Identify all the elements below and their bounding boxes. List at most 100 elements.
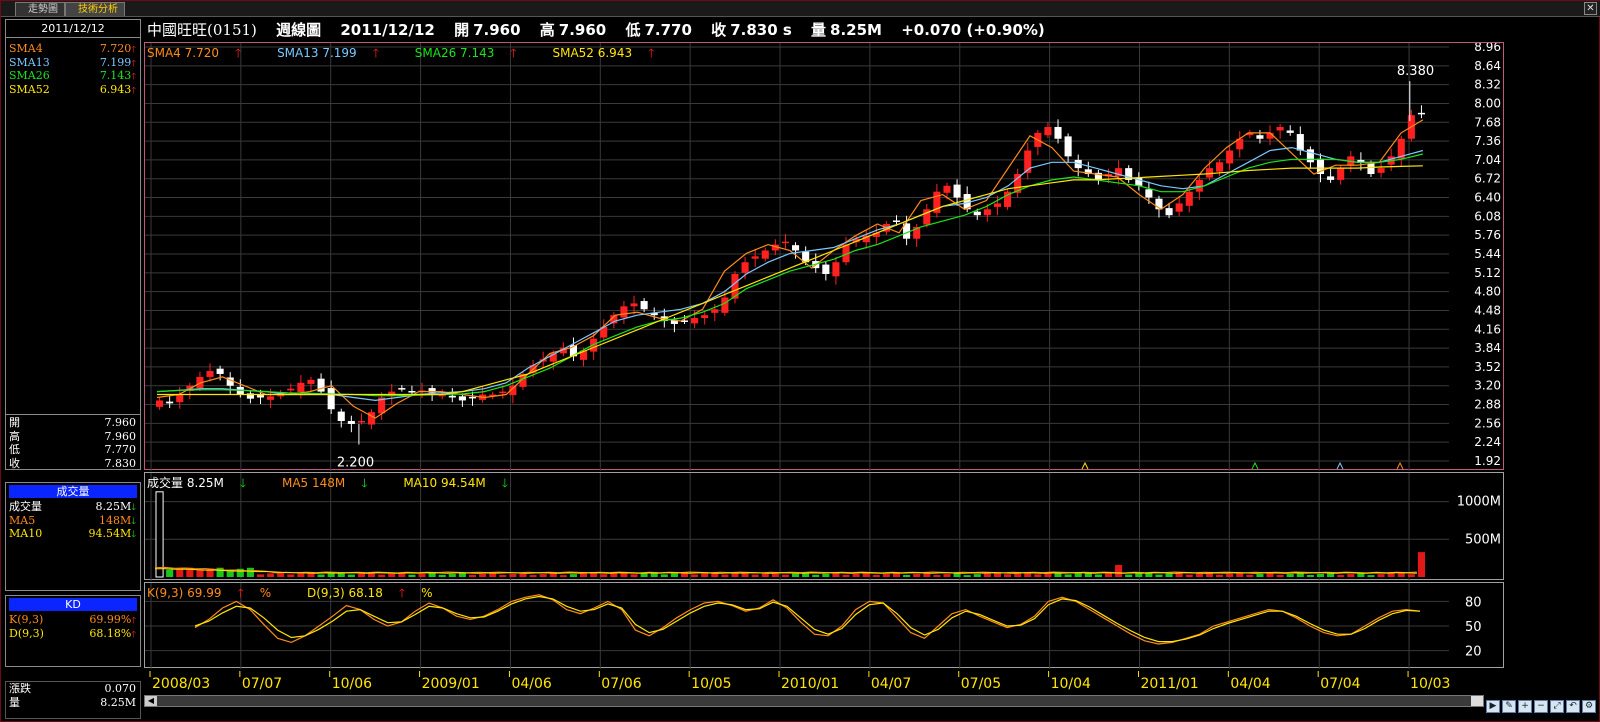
volume-bar [1387, 573, 1395, 577]
close-row: 收 7.830 [6, 457, 140, 471]
d-row: D(9,3) 68.18%🡑 [6, 627, 140, 641]
volume-bar [1286, 573, 1294, 577]
x-tick-label: 2011/01 [1140, 676, 1198, 692]
candle-body [630, 303, 638, 307]
volume-bar [559, 575, 567, 577]
volume-bar [852, 573, 860, 577]
volume-bar [822, 573, 830, 577]
price-legend: SMA4 7.720 🡑 SMA13 7.199 🡑 SMA26 7.143 🡑 SM… [147, 44, 686, 65]
draw-tool-icon[interactable]: ✎ [1502, 700, 1516, 713]
zoom-in-icon[interactable]: + [1518, 700, 1532, 713]
volume-bar [347, 574, 355, 577]
price-chart-panel[interactable]: 8.96 8.64 8.32 8.00 7.68 7.36 7.04 6.72 6.40 6.08… [144, 40, 1505, 471]
sma-values: SMA4 7.720🡑 SMA13 7.199🡑 SMA26 7.143🡑 SM… [6, 38, 140, 96]
volume-bar [1094, 574, 1102, 577]
y-tick-label: 6.72 [1474, 172, 1501, 186]
volume-bar [953, 573, 961, 577]
y-tick-label: 7.68 [1474, 115, 1501, 129]
sma26-value: 7.143 [99, 69, 132, 82]
volume-bar [1034, 574, 1042, 577]
y-tick-label: 8.64 [1474, 59, 1501, 73]
volume-bar [1246, 574, 1254, 577]
volume-bar [1044, 573, 1052, 577]
candle-body [1276, 126, 1284, 131]
volume-bar [1155, 574, 1163, 577]
volume-bar [1115, 564, 1123, 577]
y-tick-label: 6.40 [1474, 191, 1501, 205]
candle-body [741, 262, 749, 273]
low-annotation: 2.200 [337, 456, 374, 471]
candle-body [256, 395, 265, 398]
volume-bar [903, 574, 911, 577]
sma13-label: SMA13 [9, 55, 50, 69]
candle-body [398, 388, 406, 390]
kd-info-panel: KD K(9,3) 69.99%🡑 D(9,3) 68.18%🡑 [5, 595, 141, 667]
volume-bar [1357, 573, 1365, 577]
candle-body [1226, 150, 1234, 164]
tab-strip: 走勢圖 技術分析 ✕ [1, 1, 1600, 17]
y-tick-label: 80 [1465, 595, 1482, 610]
vol-value: 8.25M [100, 695, 136, 709]
y-tick-label: 6.08 [1474, 209, 1501, 223]
volume-bar [499, 574, 507, 577]
legend-sma13: SMA13 7.199 [277, 46, 357, 60]
up-arrow-icon: 🡑 [234, 46, 242, 60]
period-label: 週線圖 [276, 21, 322, 39]
volume-bar [327, 573, 335, 577]
y-tick-label: 7.04 [1474, 153, 1501, 167]
chart-scrollbar[interactable]: ◀ [144, 695, 1484, 707]
volume-chart-panel[interactable]: 1000M 500M 成交量 8.25M 🡓 MA5 148M 🡓 MA10 94.5… [144, 472, 1504, 581]
summary-panel: 漲跌 0.070 量 8.25M [5, 681, 141, 719]
volume-bar [1276, 574, 1284, 577]
candle-body [691, 318, 699, 324]
down-arrow-icon: 🡓 [131, 530, 136, 540]
undo-icon[interactable]: ↶ [1566, 700, 1580, 713]
volume-bar [691, 574, 699, 577]
down-arrow-icon: 🡓 [239, 476, 247, 490]
d-value: 68.18% [89, 626, 132, 640]
volume-bar [660, 574, 668, 577]
fit-icon[interactable]: ⤢ [1550, 700, 1564, 713]
open-title-value: 7.960 [473, 21, 521, 39]
sma52-value: 6.943 [99, 82, 132, 96]
y-tick-label: 1000M [1457, 495, 1501, 510]
volume-bar [1417, 552, 1425, 577]
y-tick-label: 2.24 [1474, 435, 1501, 449]
y-tick-label: 5.76 [1474, 228, 1501, 242]
candle-body [1377, 168, 1385, 173]
bar-date: 2011/12/12 [340, 21, 435, 39]
close-icon[interactable]: ✕ [1584, 2, 1597, 15]
volume-bar [388, 573, 396, 577]
volume-bar [1337, 575, 1345, 577]
candle-body [1367, 163, 1375, 175]
price-chart[interactable]: 8.96 8.64 8.32 8.00 7.68 7.36 7.04 6.72 6.40 6.08… [145, 40, 1505, 471]
sma52-label: SMA52 [9, 82, 50, 96]
volume-bar [256, 574, 265, 577]
x-tick-label: 07/07 [242, 676, 282, 692]
zoom-out-icon[interactable]: − [1534, 700, 1548, 713]
tab-technical-analysis[interactable]: 技術分析 [65, 2, 125, 16]
settings-icon[interactable]: ⚙ [1582, 700, 1596, 713]
scroll-right-icon[interactable]: ▶ [1486, 700, 1500, 713]
volume-bar [1074, 573, 1082, 577]
volume-bar [580, 573, 588, 577]
volume-bar [1236, 572, 1244, 577]
down-arrow-icon: 🡓 [131, 503, 136, 513]
kd-chart-panel[interactable]: 80 50 20 K(9,3) 69.99 🡑% D(9,3) 68.18 🡑% [144, 582, 1504, 669]
volume-bar [378, 574, 386, 577]
volume-bar [751, 574, 759, 577]
vol-row: 量 8.25M [6, 696, 140, 710]
scroll-thumb[interactable] [1471, 696, 1483, 706]
y-tick-label: 2.88 [1474, 398, 1501, 412]
sma13-row: SMA13 7.199🡑 [6, 56, 140, 70]
volume-bar [408, 574, 416, 577]
volume-bar [933, 575, 941, 577]
open-title-label: 開 [454, 21, 470, 39]
scroll-left-icon[interactable]: ◀ [145, 696, 157, 706]
low-row: 低 7.770 [6, 443, 140, 457]
volume-bar [1004, 574, 1012, 577]
tab-intraday[interactable]: 走勢圖 [15, 2, 65, 16]
candle-body [216, 368, 224, 374]
x-tick-label: 07/05 [961, 676, 1001, 692]
volume-bar [1256, 573, 1264, 577]
